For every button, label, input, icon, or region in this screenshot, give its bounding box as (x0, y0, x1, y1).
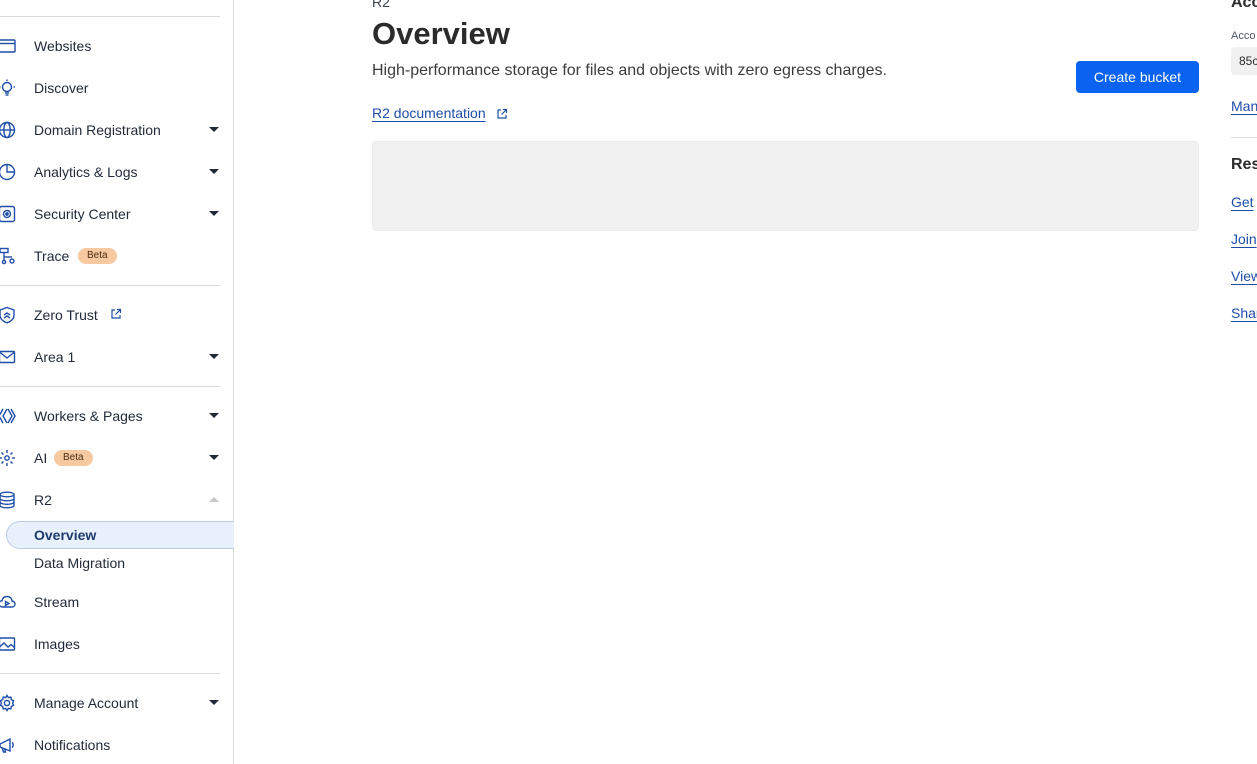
sidebar-item-label: Domain Registration (34, 122, 161, 138)
globe-icon (0, 121, 16, 139)
sidebar-item-label: Security Center (34, 206, 131, 222)
chevron-down-icon[interactable] (209, 211, 219, 216)
sidebar-item-domain-registration[interactable]: Domain Registration (0, 114, 234, 146)
chevron-down-icon[interactable] (209, 127, 219, 132)
resource-link[interactable]: Join (1231, 231, 1257, 247)
sidebar-divider (0, 673, 220, 674)
resource-link[interactable]: View (1231, 268, 1257, 284)
chevron-down-icon[interactable] (209, 354, 219, 359)
sidebar-subitem-label: Data Migration (34, 555, 126, 571)
account-heading: Acc (1231, 0, 1257, 11)
lightbulb-icon (0, 79, 16, 97)
external-link-icon (110, 308, 122, 320)
sidebar-item-images[interactable]: Images (0, 628, 234, 660)
sidebar-item-discover[interactable]: Discover (0, 72, 234, 104)
sidebar-item-label: AI (34, 450, 48, 466)
sidebar-item-zero-trust[interactable]: Zero Trust (0, 299, 234, 331)
browser-window-icon (0, 37, 16, 55)
sidebar-item-analytics-logs[interactable]: Analytics & Logs (0, 156, 234, 188)
sidebar-item-label: Websites (34, 38, 92, 54)
sidebar-item-label: Discover (34, 80, 89, 96)
sidebar-item-label: Images (34, 636, 80, 652)
sidebar: Websites Discover Domain Registration An… (0, 0, 234, 764)
page-title: Overview (372, 16, 510, 51)
account-id-field[interactable]: 85c (1231, 47, 1257, 75)
sidebar-item-label: Zero Trust (34, 307, 98, 323)
zero-trust-shield-icon (0, 306, 16, 324)
manage-link[interactable]: Man (1231, 98, 1257, 114)
envelope-icon (0, 348, 16, 366)
sidebar-item-label: Analytics & Logs (34, 164, 138, 180)
beta-badge: Beta (78, 248, 117, 264)
sidebar-subitem-label: Overview (34, 527, 97, 543)
chevron-down-icon[interactable] (209, 455, 219, 460)
sidebar-item-label: Trace (34, 248, 70, 264)
sidebar-subitem-data-migration[interactable]: Data Migration (6, 549, 234, 577)
account-id-label: Acco (1231, 30, 1256, 42)
sidebar-item-notifications[interactable]: Notifications (0, 729, 234, 761)
stream-cloud-icon (0, 593, 16, 611)
chevron-down-icon[interactable] (209, 700, 219, 705)
sidebar-divider (0, 386, 220, 387)
sidebar-item-trace[interactable]: Trace Beta (0, 240, 234, 272)
sidebar-item-label: Workers & Pages (34, 408, 143, 424)
sidebar-item-stream[interactable]: Stream (0, 586, 234, 618)
image-icon (0, 635, 16, 653)
resource-link[interactable]: Shar (1231, 305, 1257, 321)
sidebar-item-ai[interactable]: AI Beta (0, 442, 234, 474)
sidebar-top-divider (0, 16, 220, 17)
ai-sparkle-icon (0, 449, 16, 467)
right-panel-divider (1231, 137, 1257, 138)
database-icon (0, 491, 16, 509)
gear-icon (0, 694, 16, 712)
chevron-up-icon[interactable] (209, 497, 219, 502)
trace-tree-icon (0, 247, 16, 265)
sidebar-item-label: Stream (34, 594, 80, 610)
sidebar-item-websites[interactable]: Websites (0, 30, 234, 62)
pie-chart-icon (0, 163, 16, 181)
chevron-down-icon[interactable] (209, 413, 219, 418)
shield-gear-icon (0, 205, 16, 223)
beta-badge: Beta (54, 450, 93, 466)
sidebar-item-security-center[interactable]: Security Center (0, 198, 234, 230)
create-bucket-button[interactable]: Create bucket (1076, 61, 1199, 93)
resources-heading: Res (1231, 156, 1257, 173)
sidebar-divider (0, 285, 220, 286)
sidebar-item-label: Notifications (34, 737, 111, 753)
sidebar-subitem-overview[interactable]: Overview (6, 521, 234, 549)
sidebar-item-manage-account[interactable]: Manage Account (0, 687, 234, 719)
sidebar-item-label: Manage Account (34, 695, 139, 711)
sidebar-item-r2[interactable]: R2 (0, 484, 234, 516)
external-link-icon (496, 108, 508, 120)
sidebar-item-label: Area 1 (34, 349, 76, 365)
megaphone-icon (0, 736, 16, 754)
resource-link[interactable]: Get (1231, 194, 1254, 210)
sidebar-item-workers-pages[interactable]: Workers & Pages (0, 400, 234, 432)
loading-placeholder (372, 141, 1199, 231)
workers-icon (0, 407, 16, 425)
r2-documentation-link[interactable]: R2 documentation (372, 105, 486, 121)
chevron-down-icon[interactable] (209, 169, 219, 174)
sidebar-item-label: R2 (34, 492, 52, 508)
page-description: High-performance storage for files and o… (372, 62, 887, 79)
sidebar-item-area-1[interactable]: Area 1 (0, 341, 234, 373)
breadcrumb[interactable]: R2 (372, 0, 390, 10)
